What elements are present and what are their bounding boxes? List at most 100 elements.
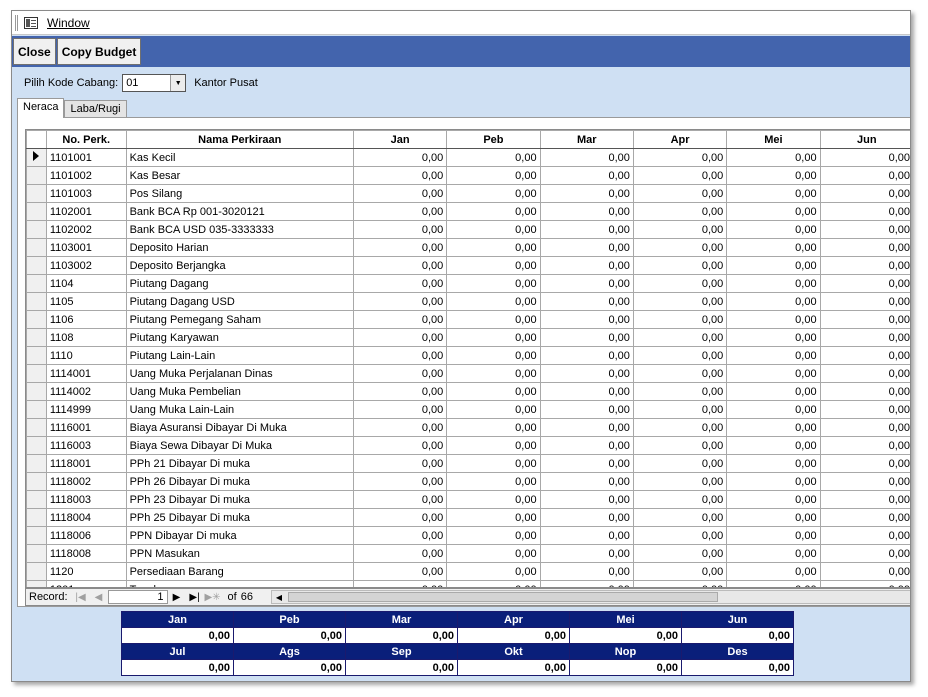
budget-value-cell[interactable]: 0,00 xyxy=(819,220,910,239)
budget-value-cell[interactable]: 0,00 xyxy=(632,166,728,185)
table-row[interactable]: 1118002 PPh 26 Dibayar Di muka 0,00 0,00 0,0… xyxy=(26,472,910,491)
budget-value-cell[interactable]: 0,00 xyxy=(539,544,634,563)
budget-value-cell[interactable]: 0,00 xyxy=(352,454,448,473)
budget-value-cell[interactable]: 0,00 xyxy=(632,508,728,527)
budget-value-cell[interactable]: 0,00 xyxy=(352,292,448,311)
table-row[interactable]: 1118006 PPN Dibayar Di muka 0,00 0,00 0,00 0,… xyxy=(26,526,910,545)
previous-record-icon[interactable]: ◀ xyxy=(90,590,108,604)
budget-value-cell[interactable]: 0,00 xyxy=(819,310,910,329)
account-name-cell[interactable]: PPh 23 Dibayar Di muka xyxy=(125,490,354,509)
budget-value-cell[interactable]: 0,00 xyxy=(446,526,541,545)
account-number-cell[interactable]: 1120 xyxy=(45,562,127,581)
budget-value-cell[interactable]: 0,00 xyxy=(632,364,728,383)
budget-value-cell[interactable]: 0,00 xyxy=(352,184,448,203)
budget-value-cell[interactable]: 0,00 xyxy=(819,202,910,221)
tab-neraca[interactable]: Neraca xyxy=(17,98,65,118)
account-name-cell[interactable]: Piutang Karyawan xyxy=(125,328,354,347)
account-name-cell[interactable]: PPh 25 Dibayar Di muka xyxy=(125,508,354,527)
table-row[interactable]: 1118004 PPh 25 Dibayar Di muka 0,00 0,00 0,0… xyxy=(26,508,910,527)
current-record-input[interactable]: 1 xyxy=(107,590,168,604)
budget-value-cell[interactable]: 0,00 xyxy=(819,292,910,311)
budget-value-cell[interactable]: 0,00 xyxy=(352,472,448,491)
account-name-cell[interactable]: Tanah xyxy=(125,580,354,587)
row-selector[interactable] xyxy=(26,526,47,545)
budget-value-cell[interactable]: 0,00 xyxy=(352,364,448,383)
budget-value-cell[interactable]: 0,00 xyxy=(446,346,541,365)
budget-value-cell[interactable]: 0,00 xyxy=(539,400,634,419)
table-row[interactable]: 1118003 PPh 23 Dibayar Di muka 0,00 0,00 0,0… xyxy=(26,490,910,509)
table-row[interactable]: 1101001 Kas Kecil 0,00 0,00 0,00 0,00 0,00 0,00 xyxy=(26,148,910,167)
budget-value-cell[interactable]: 0,00 xyxy=(726,346,821,365)
close-button[interactable]: Close xyxy=(13,38,56,65)
next-record-icon[interactable]: ▶ xyxy=(168,590,186,604)
budget-value-cell[interactable]: 0,00 xyxy=(726,184,821,203)
account-name-cell[interactable]: Bank BCA USD 035-3333333 xyxy=(125,220,354,239)
budget-value-cell[interactable]: 0,00 xyxy=(726,472,821,491)
table-row[interactable]: 1106 Piutang Pemegang Saham 0,00 0,00 0,00 0,… xyxy=(26,310,910,329)
account-number-cell[interactable]: 1118001 xyxy=(45,454,127,473)
column-header[interactable]: Jan xyxy=(352,130,448,149)
budget-value-cell[interactable]: 0,00 xyxy=(819,580,910,587)
budget-value-cell[interactable]: 0,00 xyxy=(632,526,728,545)
column-header[interactable]: Mei xyxy=(726,130,821,149)
budget-value-cell[interactable]: 0,00 xyxy=(632,328,728,347)
budget-value-cell[interactable]: 0,00 xyxy=(539,184,634,203)
budget-value-cell[interactable]: 0,00 xyxy=(632,220,728,239)
account-number-cell[interactable]: 1118008 xyxy=(45,544,127,563)
budget-value-cell[interactable]: 0,00 xyxy=(446,580,541,587)
budget-value-cell[interactable]: 0,00 xyxy=(539,580,634,587)
account-name-cell[interactable]: Kas Kecil xyxy=(125,148,354,167)
budget-value-cell[interactable]: 0,00 xyxy=(352,436,448,455)
budget-value-cell[interactable]: 0,00 xyxy=(446,418,541,437)
row-selector[interactable] xyxy=(26,220,47,239)
budget-value-cell[interactable]: 0,00 xyxy=(819,328,910,347)
budget-value-cell[interactable]: 0,00 xyxy=(632,562,728,581)
column-header[interactable]: No. Perk. xyxy=(45,130,127,149)
table-row[interactable]: 1116001 Biaya Asuransi Dibayar Di Muka 0,0… xyxy=(26,418,910,437)
budget-value-cell[interactable]: 0,00 xyxy=(446,328,541,347)
budget-value-cell[interactable]: 0,00 xyxy=(446,310,541,329)
budget-value-cell[interactable]: 0,00 xyxy=(539,562,634,581)
table-row[interactable]: 1118008 PPN Masukan 0,00 0,00 0,00 0,00 0,00 0,… xyxy=(26,544,910,563)
budget-value-cell[interactable]: 0,00 xyxy=(446,436,541,455)
scroll-left-icon[interactable]: ◀ xyxy=(272,593,286,602)
budget-value-cell[interactable]: 0,00 xyxy=(446,148,541,167)
row-selector[interactable] xyxy=(26,328,47,347)
table-row[interactable]: 1114001 Uang Muka Perjalanan Dinas 0,00 0,0… xyxy=(26,364,910,383)
account-number-cell[interactable]: 1108 xyxy=(45,328,127,347)
budget-value-cell[interactable]: 0,00 xyxy=(539,238,634,257)
budget-value-cell[interactable]: 0,00 xyxy=(539,382,634,401)
scroll-thumb[interactable] xyxy=(287,592,718,602)
budget-value-cell[interactable]: 0,00 xyxy=(632,544,728,563)
budget-value-cell[interactable]: 0,00 xyxy=(446,544,541,563)
budget-value-cell[interactable]: 0,00 xyxy=(632,292,728,311)
budget-value-cell[interactable]: 0,00 xyxy=(446,382,541,401)
account-number-cell[interactable]: 1118004 xyxy=(45,508,127,527)
row-selector[interactable] xyxy=(26,508,47,527)
row-selector[interactable] xyxy=(26,310,47,329)
budget-value-cell[interactable]: 0,00 xyxy=(352,400,448,419)
row-selector[interactable] xyxy=(26,346,47,365)
budget-value-cell[interactable]: 0,00 xyxy=(726,580,821,587)
budget-value-cell[interactable]: 0,00 xyxy=(632,436,728,455)
budget-value-cell[interactable]: 0,00 xyxy=(352,490,448,509)
new-record-icon[interactable]: ▶✳ xyxy=(204,590,222,604)
table-row[interactable]: 1120 Persediaan Barang 0,00 0,00 0,00 0,00 0,0… xyxy=(26,562,910,581)
budget-value-cell[interactable]: 0,00 xyxy=(632,400,728,419)
account-name-cell[interactable]: Biaya Sewa Dibayar Di Muka xyxy=(125,436,354,455)
account-name-cell[interactable]: Pos Silang xyxy=(125,184,354,203)
budget-value-cell[interactable]: 0,00 xyxy=(726,202,821,221)
chevron-down-icon[interactable]: ▼ xyxy=(170,75,186,91)
budget-value-cell[interactable]: 0,00 xyxy=(539,364,634,383)
row-selector[interactable] xyxy=(26,436,47,455)
budget-value-cell[interactable]: 0,00 xyxy=(819,256,910,275)
budget-value-cell[interactable]: 0,00 xyxy=(726,562,821,581)
budget-value-cell[interactable]: 0,00 xyxy=(632,148,728,167)
row-selector[interactable] xyxy=(26,274,47,293)
budget-value-cell[interactable]: 0,00 xyxy=(539,274,634,293)
account-number-cell[interactable]: 1104 xyxy=(45,274,127,293)
budget-value-cell[interactable]: 0,00 xyxy=(539,418,634,437)
budget-value-cell[interactable]: 0,00 xyxy=(352,166,448,185)
kode-cabang-select[interactable]: 01 ▼ xyxy=(122,74,187,92)
budget-value-cell[interactable]: 0,00 xyxy=(352,238,448,257)
